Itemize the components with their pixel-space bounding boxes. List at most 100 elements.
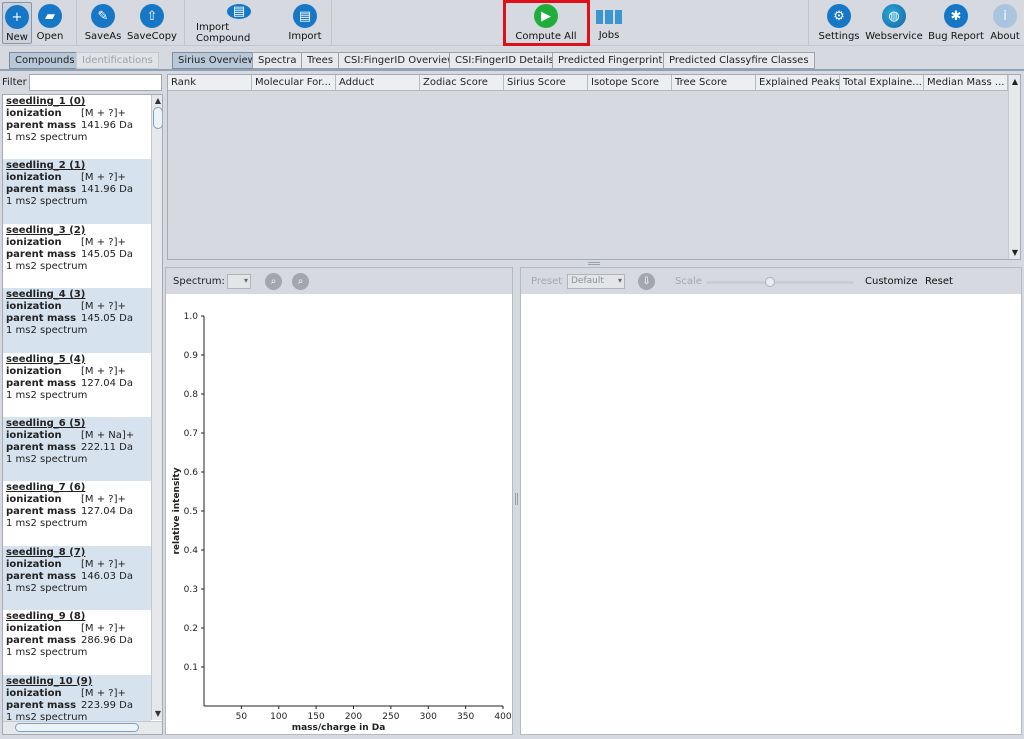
list-item[interactable]: seedling_4 (3) ionization [M + ?]+ parent m… [3,288,151,353]
vertical-splitter-handle[interactable] [515,493,518,505]
parent-mass-key: parent mass [6,248,77,260]
tree-toolbar: Preset Default ▾ ⇩ Scale Customize Reset [521,268,1021,294]
parent-mass-key: parent mass [6,313,77,325]
column-header[interactable]: Molecular For... [252,75,336,91]
x-tick-label: 400 [494,712,511,722]
column-header[interactable]: Tree Score [672,75,756,91]
preset-select-value: Default [571,276,604,286]
compound-name: seedling_10 (9) [6,675,93,687]
spectrum-count: 1 ms2 spectrum [6,196,88,208]
tab-predicted-fingerprint[interactable]: Predicted Fingerprint [552,52,669,69]
results-table-scrollbar[interactable]: ▲ ▼ [1008,75,1020,259]
column-header[interactable]: Rank [168,75,252,91]
ionization-key: ionization [6,623,62,635]
main-toolbar: + New ▰ Open ✎ SaveAs ⇧ SaveCopy ▤ Impor… [0,0,1024,46]
webservice-button[interactable]: ◍ Webservice [865,2,923,44]
tree-canvas[interactable] [521,294,1021,734]
gear-icon: ⚙ [827,4,851,28]
tab-csi-fingerid-overview[interactable]: CSI:FingerID Overview [338,52,462,69]
y-tick-label: 0.2 [184,624,198,634]
compound-list-vscrollbar[interactable]: ▲ ▼ [151,95,162,720]
tab-predicted-classyfire[interactable]: Predicted Classyfire Classes [663,52,815,69]
toolbar-divider [76,0,77,46]
list-item[interactable]: seedling_8 (7) ionization [M + ?]+ parent m… [3,545,151,611]
jobs-button[interactable]: Jobs [595,2,623,44]
spectrum-count: 1 ms2 spectrum [6,453,88,465]
list-item[interactable]: seedling_3 (2) ionization [M + ?]+ parent m… [3,224,151,288]
filter-input[interactable] [29,74,162,91]
spectrum-plot[interactable]: 0.1 0.2 0.3 0.4 0.5 0.6 0.7 0.8 0.9 1.0 50 100 150 20… [166,294,512,734]
zoom-out-icon[interactable]: ⌕ [292,273,309,290]
compound-name: seedling_6 (5) [6,417,86,429]
compound-list-hscrollbar[interactable] [3,721,162,734]
ionization-value: [M + ?]+ [81,108,126,119]
y-tick-label: 0.8 [184,390,199,400]
spectrum-toolbar: Spectrum: ▾ ⌕ ⌕ [166,268,512,294]
column-header[interactable]: Median Mass ... [924,75,1008,91]
tab-identifications[interactable]: Identifications [76,52,159,69]
ionization-value: [M + ?]+ [81,301,126,313]
scroll-down-arrow-icon[interactable]: ▼ [153,709,162,719]
compound-list-items: seedling_1 (0) ionization [M + ?]+ parent m… [3,95,151,734]
scale-slider[interactable] [706,277,854,287]
bug-icon: ✱ [944,4,968,28]
toolbar-divider [184,0,185,46]
new-button[interactable]: + New [2,2,32,44]
list-item[interactable]: seedling_6 (5) ionization [M + Na]+ parent … [3,416,151,482]
ionization-key: ionization [6,172,62,184]
tab-spectra[interactable]: Spectra [252,52,303,69]
save-as-button[interactable]: ✎ SaveAs [84,2,122,44]
column-header[interactable]: Total Explaine... [840,75,924,91]
column-header[interactable]: Sirius Score [504,75,588,91]
chevron-down-icon: ▾ [243,276,248,285]
horizontal-splitter-handle[interactable] [588,262,600,265]
scale-slider-knob[interactable] [765,277,776,287]
customize-button[interactable]: Customize [865,276,918,287]
column-header[interactable]: Isotope Score [588,75,672,91]
save-as-label: SaveAs [84,31,122,42]
settings-button[interactable]: ⚙ Settings [817,2,861,44]
import-compound-button[interactable]: ▤ Import Compound [196,2,282,44]
vscroll-thumb[interactable] [153,107,162,129]
open-button[interactable]: ▰ Open [34,2,66,44]
save-copy-icon: ⇧ [140,4,164,28]
parent-mass-key: parent mass [6,377,77,389]
preset-select[interactable]: Default ▾ [567,274,625,289]
jobs-icon [596,10,622,24]
reset-button[interactable]: Reset [925,276,953,287]
column-header[interactable]: Zodiac Score [420,75,504,91]
tab-sirius-overview[interactable]: Sirius Overview [172,52,262,69]
jobs-label: Jobs [598,30,620,41]
hscroll-thumb[interactable] [15,723,139,732]
column-header[interactable]: Adduct [336,75,420,91]
import-compound-label: Import Compound [196,22,251,44]
export-icon[interactable]: ⇩ [638,273,655,290]
zoom-in-icon[interactable]: ⌕ [265,273,282,290]
save-copy-button[interactable]: ⇧ SaveCopy [127,2,177,44]
list-item[interactable]: seedling_5 (4) ionization [M + ?]+ parent m… [3,353,151,417]
list-item[interactable]: seedling_9 (8) ionization [M + ?]+ parent m… [3,610,151,674]
list-item[interactable]: seedling_2 (1) ionization [M + ?]+ parent m… [3,159,151,224]
tab-trees[interactable]: Trees [301,52,340,69]
bug-report-button[interactable]: ✱ Bug Report [928,2,984,44]
ionization-key: ionization [6,108,62,119]
spectrum-count: 1 ms2 spectrum [6,518,88,530]
ionization-value: [M + ?]+ [81,365,126,377]
spectrum-select[interactable]: ▾ [227,274,251,289]
tab-compounds[interactable]: Compounds [9,52,81,69]
ionization-key: ionization [6,236,62,248]
scroll-down-arrow-icon[interactable]: ▼ [1010,248,1020,257]
parent-mass-value: 127.04 Da [81,506,133,518]
tab-csi-fingerid-details[interactable]: CSI:FingerID Details [449,52,560,69]
list-item[interactable]: seedling_1 (0) ionization [M + ?]+ parent m… [3,95,151,159]
compound-name: seedling_4 (3) [6,289,86,301]
import-button[interactable]: ▤ Import [288,2,322,44]
about-button[interactable]: i About [989,2,1021,44]
compound-name: seedling_1 (0) [6,96,86,107]
scroll-up-arrow-icon[interactable]: ▲ [1010,77,1020,86]
list-item[interactable]: seedling_7 (6) ionization [M + ?]+ parent m… [3,481,151,545]
scroll-up-arrow-icon[interactable]: ▲ [153,96,162,106]
x-tick-label: 50 [236,712,248,722]
compound-name: seedling_2 (1) [6,160,86,172]
column-header[interactable]: Explained Peaks [756,75,840,91]
